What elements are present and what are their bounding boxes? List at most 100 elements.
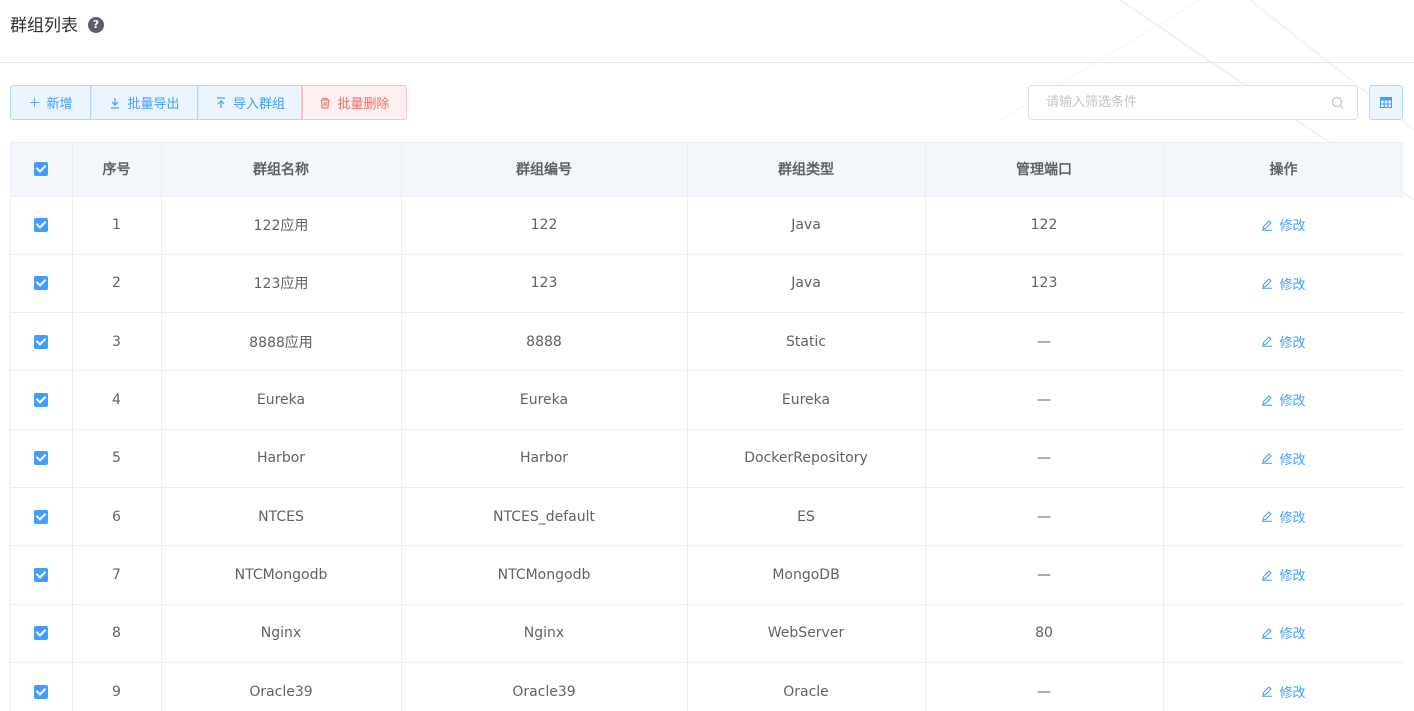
cell-group-name: NTCES [161,487,402,547]
row-checkbox[interactable] [34,626,49,641]
group-table: 序号 群组名称 群组编号 群组类型 管理端口 操作 1 122应用 122 Java 1… [10,142,1403,711]
cell-action: 修改 [1163,662,1403,711]
edit-button[interactable]: 修改 [1261,682,1306,701]
cell-action: 修改 [1163,312,1403,372]
column-header-action: 操作 [1163,143,1403,197]
cell-group-name: 122应用 [161,196,402,255]
edit-icon [1262,511,1273,523]
table-row: 1 122应用 122 Java 122 修改 [11,196,1403,255]
edit-icon [1262,336,1273,348]
row-checkbox[interactable] [34,684,49,699]
cell-index: 3 [72,312,162,372]
cell-group-code: 123 [401,254,688,314]
cell-group-code: NTCMongodb [401,545,688,605]
table-row: 5 Harbor Harbor DockerRepository — 修改 [11,429,1403,488]
cell-group-code: 8888 [401,312,688,372]
edit-button[interactable]: 修改 [1261,215,1306,234]
toolbar: ＋ 新增 批量导出 导入群组 批量删除 [10,85,407,120]
edit-button[interactable]: 修改 [1261,623,1306,643]
edit-icon [1262,395,1273,406]
row-checkbox[interactable] [34,334,49,349]
search-input[interactable] [1029,86,1329,119]
cell-manage-port: — [925,487,1164,547]
select-all-cell [11,143,73,197]
table-row: 6 NTCES NTCES_default ES — 修改 [11,487,1403,547]
row-select-cell [11,312,73,372]
edit-button[interactable]: 修改 [1261,390,1306,410]
table-header-row: 序号 群组名称 群组编号 群组类型 管理端口 操作 [11,143,1403,197]
row-checkbox[interactable] [34,567,49,582]
table-row: 4 Eureka Eureka Eureka — 修改 [11,370,1403,430]
column-settings-button[interactable] [1369,85,1403,120]
cell-manage-port: 122 [925,196,1164,255]
edit-label: 修改 [1279,335,1306,351]
row-checkbox[interactable] [34,218,49,233]
cell-group-type: WebServer [687,604,926,663]
edit-label: 修改 [1279,452,1306,468]
cell-action: 修改 [1163,370,1403,430]
download-icon [111,97,120,109]
column-header-name: 群组名称 [161,143,402,197]
edit-button[interactable]: 修改 [1261,565,1306,585]
search-icon[interactable] [1331,96,1345,110]
cell-manage-port: — [925,370,1164,430]
row-select-cell [11,545,73,605]
edit-label: 修改 [1279,627,1306,643]
row-select-cell [11,370,73,430]
cell-group-type: Oracle [687,662,926,711]
row-checkbox[interactable] [34,509,49,524]
edit-icon [1262,220,1273,231]
edit-button[interactable]: 修改 [1261,274,1306,293]
trash-icon [320,97,330,109]
row-select-cell [11,429,73,488]
edit-icon [1262,628,1273,639]
row-checkbox[interactable] [34,393,49,408]
edit-button[interactable]: 修改 [1261,507,1306,526]
edit-label: 修改 [1279,394,1306,410]
cell-index: 6 [72,487,162,547]
cell-manage-port: 80 [925,604,1164,663]
batch-delete-label: 批量删除 [337,97,390,112]
edit-label: 修改 [1279,569,1306,585]
cell-group-name: Harbor [161,429,402,488]
cell-index: 5 [72,429,162,488]
cell-group-name: 8888应用 [161,312,402,372]
row-select-cell [11,254,73,314]
help-icon[interactable]: ? [88,17,104,33]
cell-index: 2 [72,254,162,314]
table-icon [1380,97,1392,108]
column-header-code: 群组编号 [401,143,688,197]
cell-group-type: Java [687,196,926,255]
batch-export-button[interactable]: 批量导出 [91,85,198,120]
page-title: 群组列表 [10,16,78,36]
cell-index: 4 [72,370,162,430]
cell-manage-port: — [925,429,1164,488]
table-row: 2 123应用 123 Java 123 修改 [11,254,1403,314]
batch-export-label: 批量导出 [127,97,180,112]
cell-index: 9 [72,662,162,711]
batch-delete-button[interactable]: 批量删除 [302,85,407,120]
row-checkbox[interactable] [34,276,49,291]
select-all-checkbox[interactable] [34,162,49,177]
cell-group-type: Eureka [687,370,926,430]
cell-index: 1 [72,196,162,255]
edit-label: 修改 [1279,685,1306,701]
row-select-cell [11,196,73,255]
cell-index: 8 [72,604,162,663]
import-group-button[interactable]: 导入群组 [198,85,302,120]
import-group-label: 导入群组 [232,97,285,112]
edit-button[interactable]: 修改 [1261,332,1306,351]
cell-group-type: Static [687,312,926,372]
edit-label: 修改 [1279,277,1306,293]
cell-manage-port: — [925,662,1164,711]
edit-button[interactable]: 修改 [1261,449,1306,468]
add-button[interactable]: ＋ 新增 [10,85,91,120]
table-row: 8 Nginx Nginx WebServer 80 修改 [11,604,1403,663]
row-select-cell [11,662,73,711]
edit-label: 修改 [1279,510,1306,526]
edit-icon [1262,278,1273,289]
row-checkbox[interactable] [34,451,49,466]
cell-group-code: Nginx [401,604,688,663]
cell-manage-port: 123 [925,254,1164,314]
cell-group-code: 122 [401,196,688,255]
